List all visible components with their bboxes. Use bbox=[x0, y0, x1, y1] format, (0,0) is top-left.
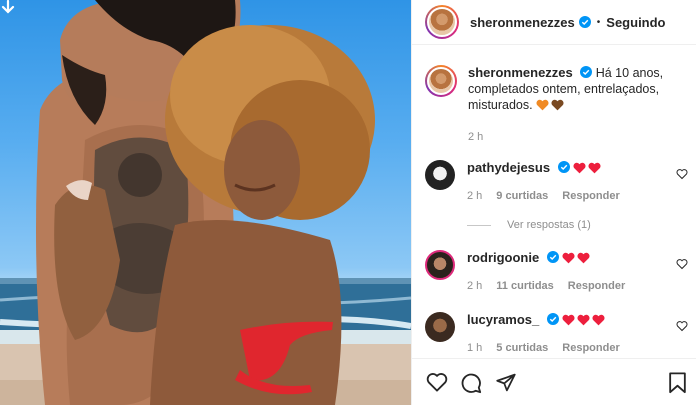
post-side-panel: sheronmenezzes • Seguindo sheronmenezzes… bbox=[411, 0, 696, 405]
red-heart-emoji-icon bbox=[562, 252, 575, 264]
author-avatar[interactable] bbox=[425, 5, 459, 39]
red-heart-emoji-icon bbox=[577, 252, 590, 264]
orange-heart-emoji-icon bbox=[536, 99, 549, 111]
separator-dot: • bbox=[596, 16, 601, 28]
bookmark-icon[interactable] bbox=[668, 372, 687, 394]
view-replies-label: Ver respostas (1) bbox=[507, 219, 591, 231]
comment-likes-count[interactable]: 9 curtidas bbox=[496, 188, 548, 204]
download-arrow-icon[interactable] bbox=[0, 0, 16, 16]
view-replies-button[interactable]: Ver respostas (1) bbox=[467, 219, 591, 231]
red-heart-emoji-icon bbox=[573, 162, 586, 174]
commenter-avatar[interactable] bbox=[425, 160, 455, 190]
commenter-username[interactable]: lucyramos_ bbox=[467, 312, 539, 327]
comment-likes-count[interactable]: 5 curtidas bbox=[496, 340, 548, 356]
red-heart-emoji-icon bbox=[588, 162, 601, 174]
author-username[interactable]: sheronmenezzes bbox=[470, 15, 575, 30]
red-heart-emoji-icon bbox=[592, 314, 605, 326]
comment-timestamp[interactable]: 2 h bbox=[467, 278, 482, 294]
commenter-username[interactable]: pathydejesus bbox=[467, 160, 550, 175]
comment-item: pathydejesus 2 h 9 curtidas Responder bbox=[425, 160, 695, 204]
caption-timestamp[interactable]: 2 h bbox=[468, 129, 682, 145]
comment-item: rodrigoonie 2 h 11 curtidas Responder bbox=[425, 250, 695, 294]
post-caption: sheronmenezzes Há 10 anos, completados o… bbox=[412, 45, 696, 145]
share-icon[interactable] bbox=[495, 372, 517, 393]
commenter-username[interactable]: rodrigoonie bbox=[467, 250, 539, 265]
comment-like-heart-icon[interactable] bbox=[676, 320, 688, 332]
verified-badge-icon bbox=[580, 66, 593, 78]
instagram-post-modal: sheronmenezzes • Seguindo sheronmenezzes… bbox=[0, 0, 696, 405]
verified-badge-icon bbox=[546, 313, 559, 325]
red-heart-emoji-icon bbox=[562, 314, 575, 326]
comment-timestamp[interactable]: 2 h bbox=[467, 188, 482, 204]
commenter-avatar[interactable] bbox=[425, 312, 455, 342]
verified-badge-icon bbox=[557, 161, 570, 173]
comment-timestamp[interactable]: 1 h bbox=[467, 340, 482, 356]
follow-status-button[interactable]: Seguindo bbox=[606, 15, 665, 30]
brown-heart-emoji-icon bbox=[551, 99, 564, 111]
caption-username[interactable]: sheronmenezzes bbox=[468, 65, 573, 80]
comment-like-heart-icon[interactable] bbox=[676, 168, 688, 180]
post-photo[interactable] bbox=[0, 0, 411, 405]
comment-icon[interactable] bbox=[460, 372, 482, 394]
red-heart-emoji-icon bbox=[577, 314, 590, 326]
heart-icon[interactable] bbox=[426, 372, 448, 392]
post-action-bar bbox=[412, 358, 696, 405]
comment-like-heart-icon[interactable] bbox=[676, 258, 688, 270]
reply-button[interactable]: Responder bbox=[562, 188, 619, 204]
reply-button[interactable]: Responder bbox=[562, 340, 619, 356]
commenter-avatar[interactable] bbox=[425, 250, 455, 280]
caption-author-avatar[interactable] bbox=[425, 65, 457, 97]
post-header: sheronmenezzes • Seguindo bbox=[412, 0, 696, 45]
verified-badge-icon bbox=[546, 251, 559, 263]
reply-button[interactable]: Responder bbox=[568, 278, 625, 294]
verified-badge-icon bbox=[578, 16, 591, 28]
comment-likes-count[interactable]: 11 curtidas bbox=[496, 278, 553, 294]
comment-item: lucyramos_ 1 h 5 curtidas Responder bbox=[425, 312, 695, 356]
replies-divider-line bbox=[467, 224, 491, 226]
beach-couple-illustration bbox=[0, 0, 411, 405]
